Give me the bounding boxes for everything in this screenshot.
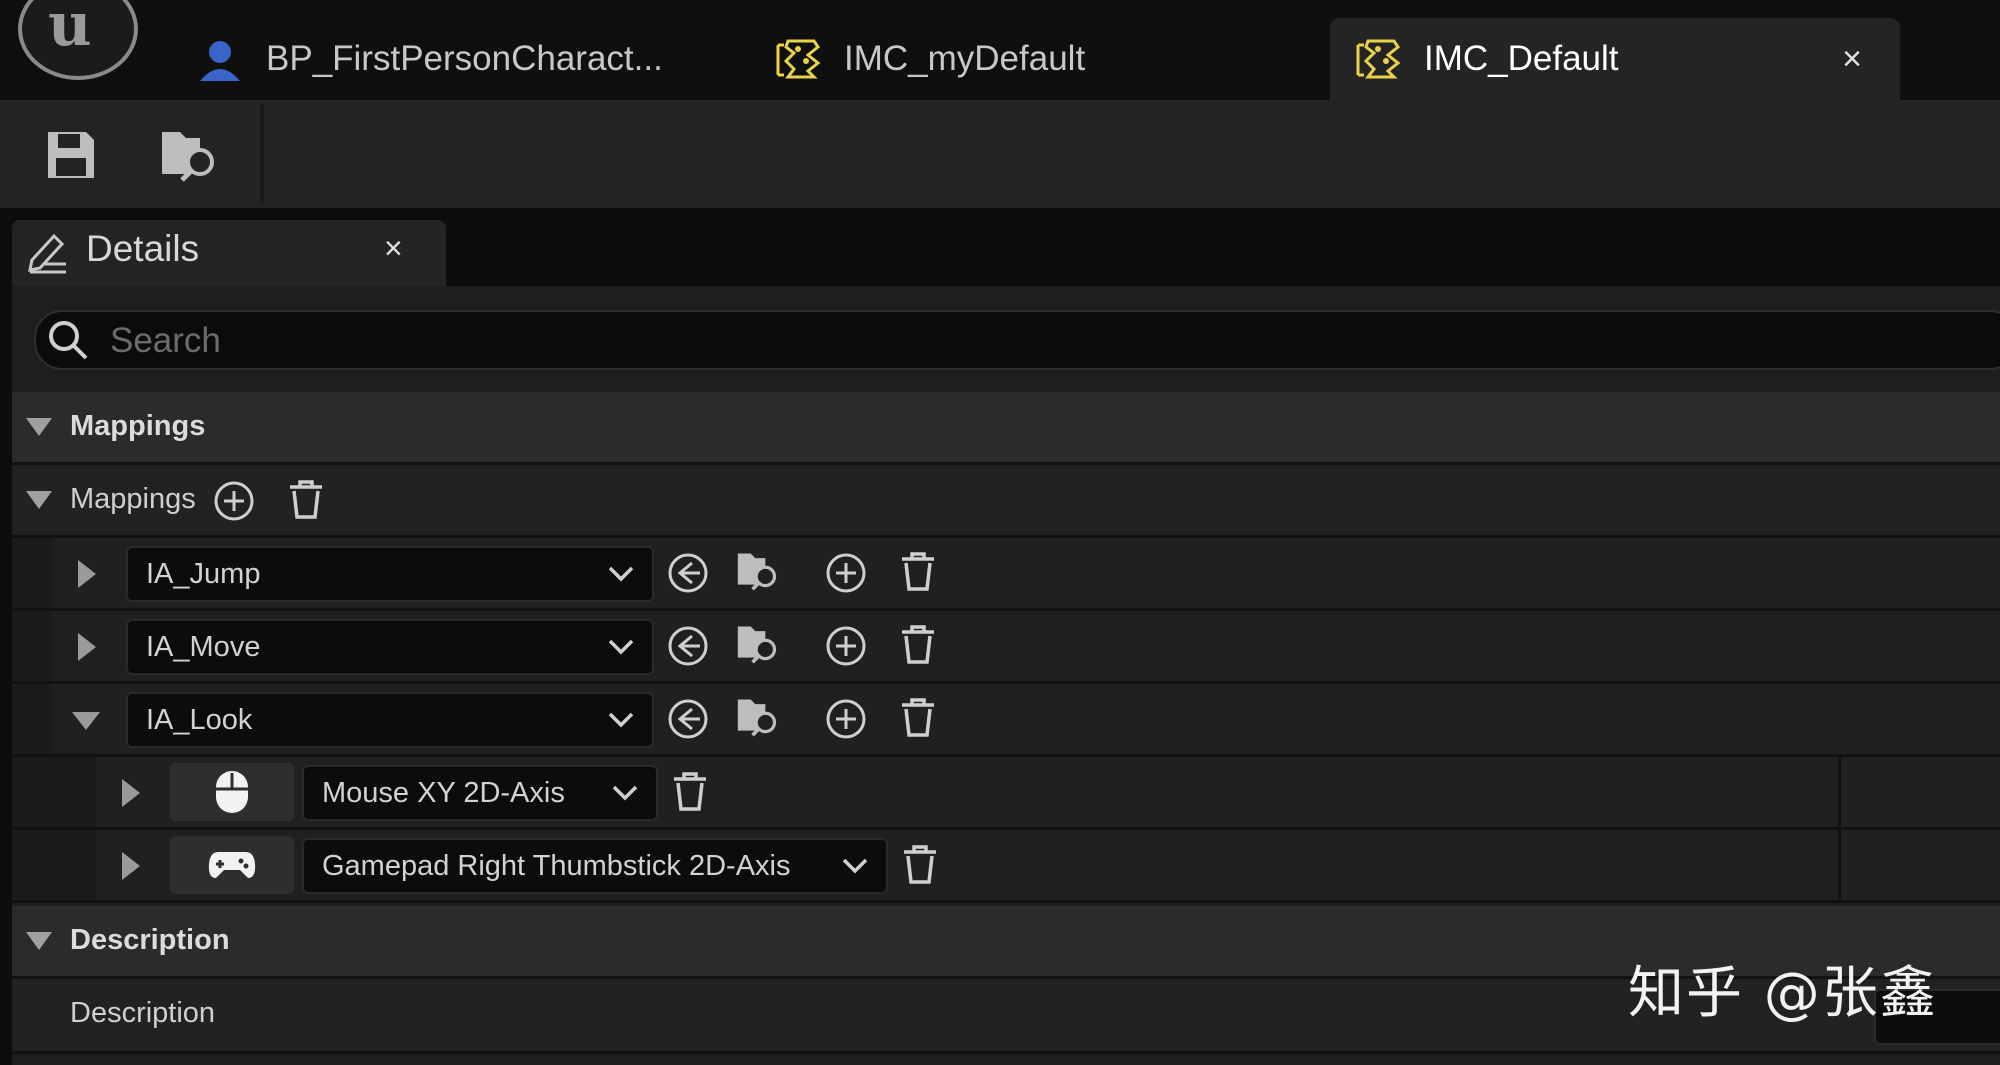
- action-name: IA_Jump: [146, 558, 261, 590]
- add-key-mapping-button[interactable]: [824, 551, 868, 595]
- tab-label: BP_FirstPersonCharact...: [266, 39, 663, 78]
- key-mapping-row: Mouse XY 2D-Axis: [12, 757, 2000, 830]
- key-selector-button[interactable]: [170, 836, 294, 894]
- action-dropdown[interactable]: IA_Look: [126, 692, 654, 748]
- key-selector-button[interactable]: [170, 763, 294, 821]
- delete-action-button[interactable]: [896, 549, 940, 593]
- use-selected-asset-button[interactable]: [666, 697, 710, 741]
- expand-arrow-icon[interactable]: [122, 852, 140, 880]
- action-name: IA_Move: [146, 631, 261, 663]
- add-key-mapping-button[interactable]: [824, 697, 868, 741]
- chevron-down-icon: [608, 566, 634, 582]
- description-label: Description: [70, 997, 216, 1029]
- browse-folder-icon: [162, 132, 214, 182]
- watermark: 知乎 @张鑫: [1628, 961, 1938, 1026]
- mappings-category-header[interactable]: Mappings: [12, 392, 2000, 465]
- details-title: Details: [86, 228, 200, 269]
- expand-arrow-icon[interactable]: [78, 560, 96, 588]
- chevron-down-icon: [842, 858, 868, 874]
- collapse-arrow-icon[interactable]: [26, 491, 52, 509]
- browse-asset-button[interactable]: [736, 548, 780, 592]
- close-tab-button[interactable]: ×: [1842, 40, 1862, 79]
- toolbar-divider: [260, 104, 264, 204]
- key-name: Mouse XY 2D-Axis: [322, 777, 565, 809]
- add-mapping-button[interactable]: [212, 479, 256, 523]
- mouse-icon: [216, 771, 248, 813]
- action-dropdown[interactable]: IA_Move: [126, 619, 654, 675]
- use-selected-asset-button[interactable]: [666, 551, 710, 595]
- delete-key-button[interactable]: [898, 842, 942, 886]
- blueprint-character-icon: [196, 35, 244, 83]
- tab-label: IMC_myDefault: [844, 39, 1086, 78]
- collapse-arrow-icon: [26, 932, 52, 950]
- expand-arrow-icon[interactable]: [122, 779, 140, 807]
- action-row: IA_Move: [12, 611, 2000, 684]
- chevron-down-icon: [608, 712, 634, 728]
- browse-asset-button[interactable]: [736, 694, 780, 738]
- delete-key-button[interactable]: [668, 769, 712, 813]
- tab-bp-firstpersoncharacter[interactable]: BP_FirstPersonCharact...: [196, 18, 663, 100]
- delete-action-button[interactable]: [896, 695, 940, 739]
- action-name: IA_Look: [146, 704, 253, 736]
- tab-label: IMC_Default: [1424, 39, 1619, 78]
- mappings-array-row: Mappings: [12, 465, 2000, 538]
- description-header-label: Description: [70, 924, 230, 956]
- chevron-down-icon: [608, 639, 634, 655]
- delete-all-mappings-button[interactable]: [284, 477, 328, 521]
- toolbar: [0, 100, 2000, 208]
- use-selected-asset-button[interactable]: [666, 624, 710, 668]
- expand-arrow-icon[interactable]: [78, 633, 96, 661]
- collapse-arrow-icon: [26, 418, 52, 436]
- tab-imc-default[interactable]: IMC_Default ×: [1330, 18, 1900, 100]
- action-row-expanded: IA_Look: [12, 684, 2000, 757]
- mappings-header-label: Mappings: [70, 410, 206, 442]
- delete-action-button[interactable]: [896, 622, 940, 666]
- details-edit-icon: [26, 230, 70, 274]
- collapse-arrow-icon[interactable]: [72, 712, 100, 730]
- input-mapping-context-icon: [774, 35, 822, 83]
- gamepad-icon: [208, 852, 256, 878]
- key-dropdown[interactable]: Mouse XY 2D-Axis: [302, 765, 658, 821]
- save-button[interactable]: [44, 128, 98, 182]
- action-row: IA_Jump: [12, 538, 2000, 611]
- key-name: Gamepad Right Thumbstick 2D-Axis: [322, 850, 791, 882]
- key-dropdown[interactable]: Gamepad Right Thumbstick 2D-Axis: [302, 838, 888, 894]
- browse-asset-button[interactable]: [736, 621, 780, 665]
- chevron-down-icon: [612, 785, 638, 801]
- browse-button[interactable]: [160, 124, 220, 184]
- details-close-button[interactable]: ×: [384, 230, 403, 267]
- search-icon: [46, 318, 90, 362]
- add-key-mapping-button[interactable]: [824, 624, 868, 668]
- input-mapping-context-icon: [1354, 35, 1402, 83]
- save-icon: [48, 132, 94, 178]
- tab-imc-mydefault[interactable]: IMC_myDefault: [774, 18, 1085, 100]
- details-tab[interactable]: [12, 220, 446, 286]
- mappings-label: Mappings: [70, 483, 196, 515]
- key-mapping-row: Gamepad Right Thumbstick 2D-Axis: [12, 830, 2000, 903]
- search-input[interactable]: [108, 312, 1912, 370]
- action-dropdown[interactable]: IA_Jump: [126, 546, 654, 602]
